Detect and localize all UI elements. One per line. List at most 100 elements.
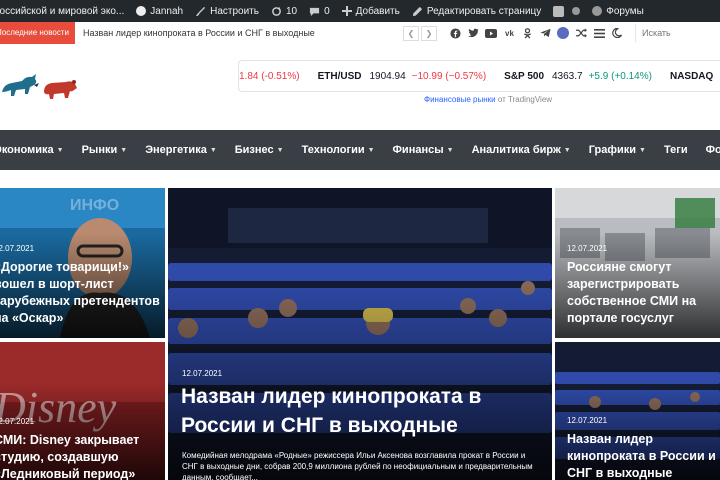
plugin-v-icon[interactable] <box>553 5 565 17</box>
site-header: 1.84 (-0.51%) ETH/USD 1904.94 −10.99 (−0… <box>0 44 720 132</box>
paint-brush-icon <box>196 6 206 16</box>
customize-label: Настроить <box>210 5 259 17</box>
tradingview-credit: Финансовые рынки от TradingView <box>424 95 552 104</box>
facebook-icon[interactable] <box>449 27 462 40</box>
admin-site-name[interactable]: российской и мировой эко... <box>0 6 124 17</box>
nav-label: Форум <box>705 144 720 156</box>
ticker-change: 1.84 (-0.51%) <box>239 70 300 82</box>
nav-label: Аналитика бирж <box>471 144 561 156</box>
nav-item-energy[interactable]: Энергетика ▼ <box>145 144 217 156</box>
nav-item-charts[interactable]: Графики ▼ <box>589 144 646 156</box>
article-date: 12.07.2021 <box>567 416 608 425</box>
nav-label: Энергетика <box>145 144 207 156</box>
nav-item-markets[interactable]: Рынки ▼ <box>82 144 128 156</box>
user-avatar-icon[interactable] <box>556 27 569 39</box>
twitter-icon[interactable] <box>467 27 480 40</box>
ticker-item[interactable]: ETH/USD 1904.94 −10.99 (−0.57%) <box>318 71 487 82</box>
admin-bar: российской и мировой эко... Jannah Настр… <box>0 0 720 22</box>
chevron-down-icon: ▼ <box>120 146 128 154</box>
nav-label: Графики <box>588 144 637 156</box>
admin-updates-link[interactable]: 10 <box>271 6 297 17</box>
breaking-news-arrows: ❮ ❯ <box>402 25 439 41</box>
article-card-bottom-left[interactable]: Disney 12.07.2021 СМИ: Disney закрывает … <box>0 342 165 480</box>
status-dot-icon[interactable] <box>572 7 581 15</box>
chevron-down-icon: ▼ <box>367 146 375 154</box>
breaking-news-label: Последние новости <box>0 22 75 44</box>
add-new-label: Добавить <box>355 5 400 17</box>
theme-name: Jannah <box>150 5 184 17</box>
chevron-down-icon: ▼ <box>563 146 571 154</box>
ticker-value: 1904.94 <box>369 70 406 82</box>
admin-comments-link[interactable]: 0 <box>309 6 330 17</box>
next-arrow-icon[interactable]: ❯ <box>420 25 437 41</box>
nav-item-exchange-analytics[interactable]: Аналитика бирж ▼ <box>472 144 571 156</box>
article-card-featured[interactable]: 12.07.2021 Назван лидер кинопроката в Ро… <box>168 188 552 480</box>
nav-item-economy[interactable]: Экономика▼ <box>0 144 64 156</box>
article-card-top-right[interactable]: 12.07.2021 Россияне смогут зарегистриров… <box>555 188 720 338</box>
main-nav: Экономика▼ Рынки▼ Энергетика▼ Бизнес▼ Те… <box>0 130 720 170</box>
search-input[interactable] <box>635 27 720 39</box>
market-ticker: 1.84 (-0.51%) ETH/USD 1904.94 −10.99 (−0… <box>238 60 720 92</box>
nav-label: Экономика <box>0 144 54 156</box>
article-date: 12.07.2021 <box>567 244 608 253</box>
admin-forums-link[interactable]: Форумы <box>592 6 644 17</box>
chevron-down-icon: ▼ <box>56 146 64 154</box>
nav-item-business[interactable]: Бизнес ▼ <box>235 144 284 156</box>
article-title[interactable]: «Дорогие товарищи!» вошел в шорт-лист за… <box>0 259 162 327</box>
ticker-item[interactable]: 1.84 (-0.51%) <box>239 71 300 82</box>
ticker-symbol: S&P 500 <box>504 70 544 82</box>
forums-label: Форумы <box>606 5 644 17</box>
prev-arrow-icon[interactable]: ❮ <box>402 25 419 41</box>
admin-customize-link[interactable]: Настроить <box>195 6 259 17</box>
article-date: 12.07.2021 <box>182 369 223 378</box>
article-title[interactable]: Назван лидер кинопроката в России и СНГ … <box>567 431 717 480</box>
comments-count: 0 <box>324 5 330 17</box>
chevron-down-icon: ▼ <box>209 146 217 154</box>
article-title[interactable]: Россияне смогут зарегистрировать собстве… <box>567 259 717 327</box>
nav-label: Рынки <box>81 144 118 156</box>
edit-page-label: Редактировать страницу <box>426 5 542 17</box>
nav-label: Технологии <box>301 144 365 156</box>
article-excerpt: Комедийная мелодрама «Родные» режиссера … <box>182 451 533 480</box>
admin-edit-page-link[interactable]: Редактировать страницу <box>412 6 541 17</box>
nav-item-tags[interactable]: Теги <box>664 144 688 156</box>
social-icons: vk <box>449 27 629 40</box>
moon-icon[interactable] <box>611 27 624 40</box>
article-card-bottom-right[interactable]: 12.07.2021 Назван лидер кинопроката в Ро… <box>555 342 720 480</box>
breaking-news-bar: Последние новости Назван лидер кинопрока… <box>0 22 720 45</box>
nav-label: Финансы <box>392 144 444 156</box>
plus-icon <box>341 6 352 16</box>
admin-theme-link[interactable]: Jannah <box>136 6 183 17</box>
odnoklassniki-icon[interactable] <box>521 27 534 40</box>
tradingview-suffix: от TradingView <box>495 95 553 104</box>
comment-icon <box>310 7 320 16</box>
article-title[interactable]: Назван лидер кинопроката в России и СНГ … <box>181 383 521 441</box>
article-title[interactable]: СМИ: Disney закрывает студию, создавшую … <box>0 432 164 480</box>
chevron-down-icon: ▼ <box>639 146 646 154</box>
refresh-icon <box>272 6 281 16</box>
vk-icon[interactable]: vk <box>503 27 516 40</box>
nav-item-finance[interactable]: Финансы ▼ <box>393 144 454 156</box>
ticker-item[interactable]: S&P 500 4363.7 +5.9 (+0.14%) <box>504 71 652 82</box>
nav-item-technology[interactable]: Технологии ▼ <box>302 144 375 156</box>
pencil-icon <box>412 6 422 16</box>
ticker-value: 4363.7 <box>552 70 583 82</box>
ticker-change: +5.9 (+0.14%) <box>588 70 652 82</box>
youtube-icon[interactable] <box>485 27 498 40</box>
tradingview-link[interactable]: Финансовые рынки <box>424 95 496 104</box>
nav-item-forum[interactable]: Форум <box>706 144 720 156</box>
random-icon[interactable] <box>575 27 588 40</box>
article-date: 12.07.2021 <box>0 417 35 426</box>
ticker-item[interactable]: NASDAQ <box>670 71 720 82</box>
bull-bear-logo-icon[interactable] <box>0 66 80 106</box>
admin-add-new-link[interactable]: Добавить <box>341 5 400 17</box>
menu-icon[interactable] <box>593 27 606 40</box>
chevron-down-icon: ▼ <box>276 146 284 154</box>
article-card-top-left[interactable]: ИНФО 12.07.2021 «Дорогие товарищи!» воше… <box>0 188 165 338</box>
chevron-down-icon: ▼ <box>446 146 454 154</box>
telegram-icon[interactable] <box>539 27 552 40</box>
search-box <box>634 24 720 42</box>
nav-label: Бизнес <box>234 144 274 156</box>
breaking-news-title[interactable]: Назван лидер кинопроката в России и СНГ … <box>83 28 393 38</box>
updates-count: 10 <box>285 5 298 17</box>
